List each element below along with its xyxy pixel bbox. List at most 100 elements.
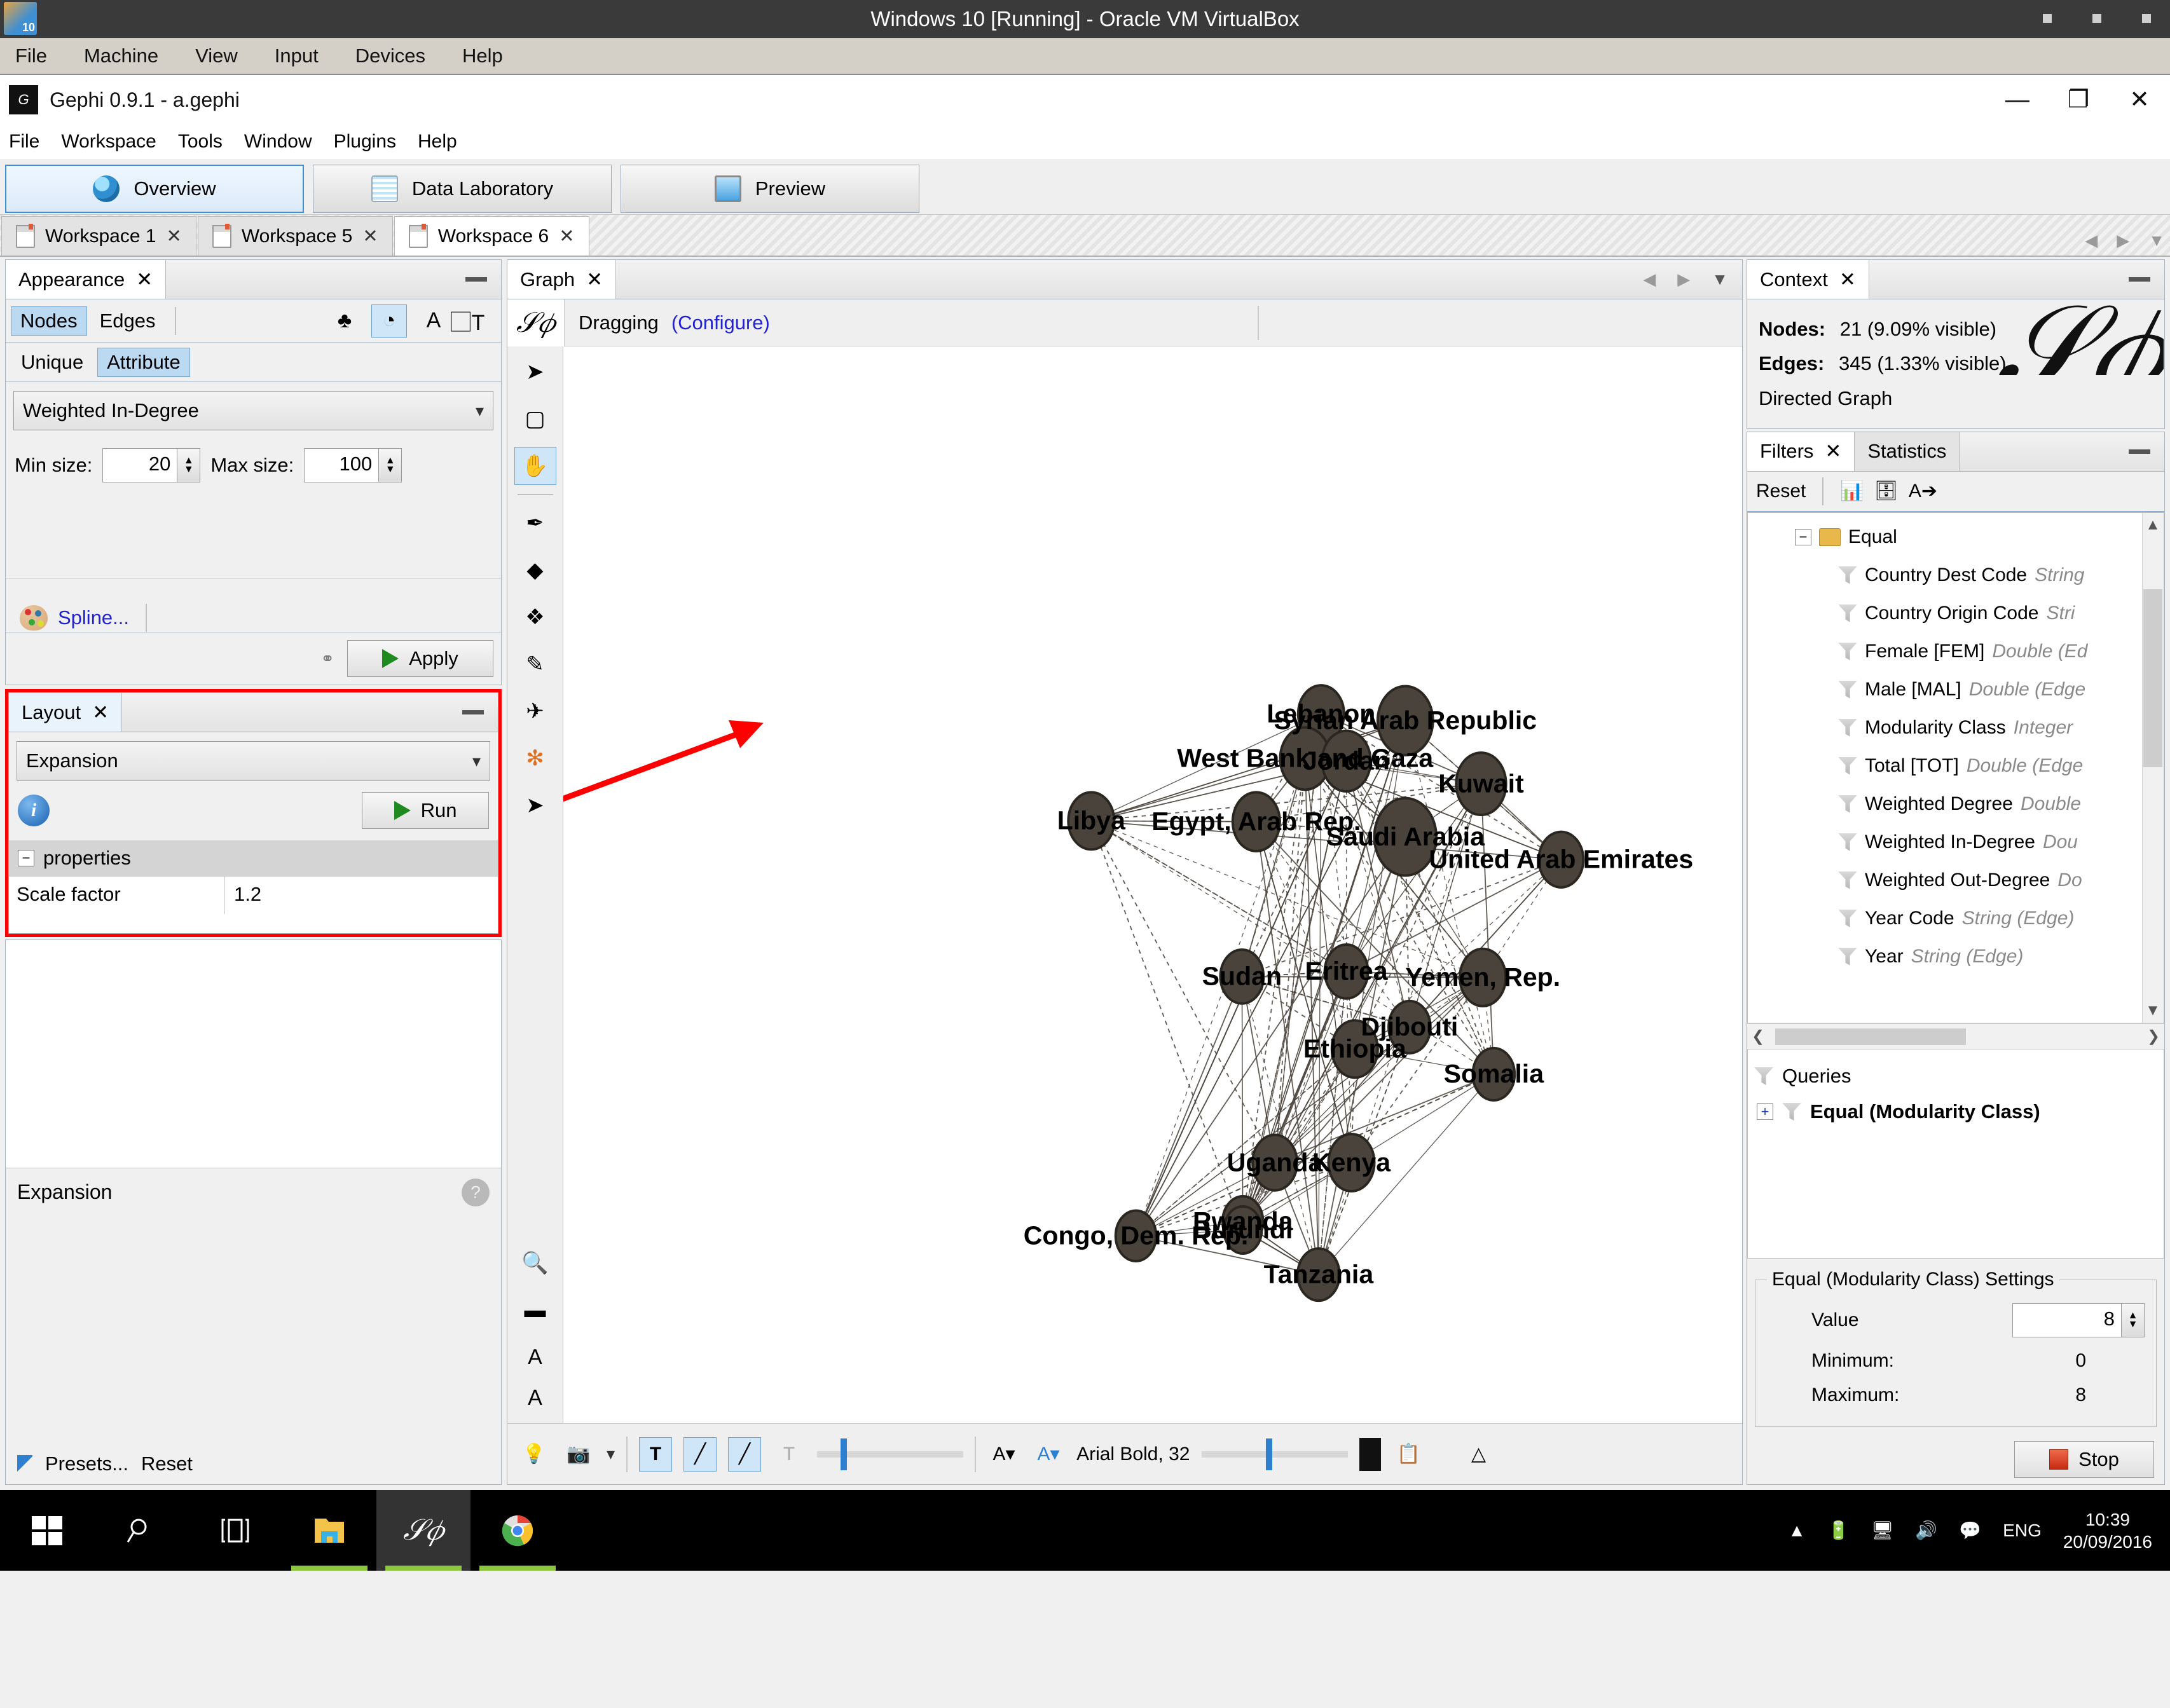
graph-scroll-right-icon[interactable]: ▶	[1677, 270, 1690, 289]
clock[interactable]: 10:39 20/09/2016	[2063, 1508, 2152, 1553]
presets-button[interactable]: Presets...	[45, 1452, 128, 1475]
workspace-tab-6[interactable]: Workspace 6 ✕	[394, 216, 589, 256]
menu-help[interactable]: Help	[418, 131, 457, 153]
gephi-window-controls[interactable]: — ❐ ✕	[1987, 75, 2170, 125]
background-color-icon[interactable]: ▬	[514, 1291, 556, 1329]
filters-tree-item[interactable]: Female [FEM] Double (Ed	[1748, 632, 2164, 671]
filters-tree-item[interactable]: Male [MAL] Double (Edge	[1748, 671, 2164, 709]
property-value-scale-factor[interactable]: 1.2	[225, 877, 498, 914]
query-item-row[interactable]: + Equal (Modularity Class)	[1754, 1094, 2157, 1130]
hscroll-thumb[interactable]	[1775, 1028, 1966, 1045]
vbox-menu-file[interactable]: File	[9, 43, 53, 69]
filters-tree-root[interactable]: − Equal	[1748, 518, 2164, 556]
filters-tree-item[interactable]: Weighted Degree Double	[1748, 785, 2164, 823]
graph-font-label[interactable]: Arial Bold, 32	[1076, 1444, 1190, 1465]
graph-scroll-left-icon[interactable]: ◀	[1643, 270, 1656, 289]
font-increase-icon[interactable]: A▾	[1032, 1437, 1065, 1472]
layout-close-icon[interactable]: ✕	[92, 701, 109, 724]
workspace-tab-1[interactable]: Workspace 1 ✕	[1, 216, 196, 256]
info-icon[interactable]: i	[18, 795, 50, 826]
appearance-tab[interactable]: Appearance ✕	[6, 260, 167, 299]
graph-close-icon[interactable]: ✕	[586, 268, 603, 291]
label-size-icon[interactable]: A	[514, 1385, 556, 1423]
scroll-right-icon[interactable]: ❯	[2143, 1027, 2164, 1046]
label-color-icon[interactable]: A	[514, 1338, 556, 1376]
chevron-down-icon[interactable]: ▼	[2148, 231, 2165, 250]
appearance-mapping-attribute[interactable]: Attribute	[97, 347, 190, 377]
brush-paint-icon[interactable]: ✒	[514, 504, 556, 542]
layout-tab[interactable]: Layout ✕	[9, 693, 123, 732]
node-label-size-slider[interactable]	[817, 1438, 964, 1470]
start-button[interactable]	[0, 1490, 94, 1571]
layout-property-row[interactable]: Scale factor 1.2	[9, 876, 498, 914]
min-size-stepper[interactable]: 20 ▲ ▼	[102, 448, 201, 482]
filters-tree[interactable]: − Equal Country Dest Code String Country Ori…	[1747, 512, 2164, 1023]
lightbulb-icon[interactable]: 💡	[518, 1437, 551, 1472]
run-button[interactable]: Run	[362, 792, 489, 829]
shortest-path-icon[interactable]: ✈	[514, 692, 556, 730]
appearance-minimize-icon[interactable]	[465, 277, 487, 282]
scroll-thumb[interactable]	[2143, 589, 2162, 767]
help-icon[interactable]: ?	[462, 1178, 490, 1206]
filter-value-stepper[interactable]: 8 ▲ ▼	[2012, 1303, 2145, 1337]
layout-minimize-icon[interactable]	[462, 710, 484, 714]
filters-queries-box[interactable]: Queries + Equal (Modularity Class)	[1747, 1049, 2164, 1259]
workspace-tab-5[interactable]: Workspace 5 ✕	[197, 216, 393, 256]
filters-tree-item[interactable]: Weighted Out-Degree Do	[1748, 861, 2164, 899]
size-icon[interactable]: ◔	[371, 304, 407, 338]
gephi-taskbar-button[interactable]: 𝒮𝜙	[376, 1490, 470, 1571]
max-size-arrows[interactable]: ▲ ▼	[378, 449, 402, 482]
stop-button[interactable]: Stop	[2014, 1441, 2154, 1478]
max-size-stepper[interactable]: 100 ▲ ▼	[304, 448, 402, 482]
export-table-icon[interactable]: 📊	[1840, 480, 1864, 502]
graph-canvas[interactable]: Syrian Arab Republic Lebanon West Bank and…	[563, 346, 1742, 1423]
layout-properties-header[interactable]: − properties	[9, 840, 498, 876]
minimize-button[interactable]: —	[1987, 75, 2048, 125]
export-workspace-icon[interactable]: 🗄	[1874, 480, 1899, 502]
context-close-icon[interactable]: ✕	[1839, 268, 1856, 291]
filters-reset-button[interactable]: Reset	[1756, 481, 1806, 502]
hand-drag-icon[interactable]: ✋	[514, 447, 556, 485]
show-node-labels-icon[interactable]: T	[639, 1437, 673, 1472]
workspace-tab-6-close-icon[interactable]: ✕	[559, 225, 574, 247]
min-size-arrows[interactable]: ▲ ▼	[177, 449, 200, 482]
layout-reset-button[interactable]: Reset	[141, 1452, 193, 1475]
close-button[interactable]: ✕	[2109, 75, 2170, 125]
task-view-button[interactable]	[188, 1490, 282, 1571]
mode-preview-button[interactable]: Preview	[621, 164, 919, 213]
min-size-value[interactable]: 20	[103, 449, 177, 482]
graph-tab[interactable]: Graph ✕	[507, 260, 617, 299]
workspace-scroll-arrows[interactable]: ◀ ▶ ▼	[2085, 231, 2165, 250]
search-button[interactable]	[94, 1490, 188, 1571]
show-hidden-icons[interactable]: ▲	[1788, 1520, 1806, 1541]
volume-icon[interactable]: 🔊	[1915, 1520, 1937, 1541]
scroll-up-icon[interactable]: ▲	[2143, 514, 2162, 536]
expand-icon[interactable]: +	[1757, 1103, 1773, 1120]
max-size-value[interactable]: 100	[305, 449, 378, 482]
workspace-tab-5-close-icon[interactable]: ✕	[362, 225, 378, 247]
collapse-icon[interactable]: −	[1795, 528, 1811, 545]
color-palette-icon[interactable]: ❖	[514, 598, 556, 636]
label-color-swatch[interactable]	[1359, 1437, 1381, 1471]
filters-tree-item[interactable]: Country Dest Code String	[1748, 556, 2164, 594]
mode-data-laboratory-button[interactable]: Data Laboratory	[313, 164, 612, 213]
show-edges-icon[interactable]: ╱	[683, 1437, 717, 1472]
appearance-tab-nodes[interactable]: Nodes	[11, 306, 87, 336]
filters-minimize-icon[interactable]	[2129, 449, 2150, 454]
filters-close-icon[interactable]: ✕	[1825, 440, 1841, 463]
scroll-down-icon[interactable]: ▼	[2143, 1000, 2162, 1021]
cursor-help-icon[interactable]: ➤	[514, 786, 556, 824]
chevron-down-icon[interactable]: ▾	[607, 1444, 615, 1464]
language-indicator[interactable]: ENG	[2003, 1520, 2042, 1541]
show-edge-labels-icon[interactable]: T	[773, 1437, 806, 1472]
filters-tree-item[interactable]: Year Code String (Edge)	[1748, 899, 2164, 938]
menu-workspace[interactable]: Workspace	[61, 131, 156, 153]
file-explorer-button[interactable]	[282, 1490, 376, 1571]
scroll-left-icon[interactable]: ❮	[1747, 1027, 1769, 1046]
cursor-select-icon[interactable]: ➤	[514, 353, 556, 391]
context-tab[interactable]: Context ✕	[1747, 260, 1869, 299]
filter-value-arrows[interactable]: ▲ ▼	[2121, 1304, 2144, 1337]
filters-tree-item[interactable]: Country Origin Code Stri	[1748, 594, 2164, 632]
network-icon[interactable]: 🖥	[1871, 1520, 1894, 1541]
menu-file[interactable]: File	[9, 131, 39, 153]
